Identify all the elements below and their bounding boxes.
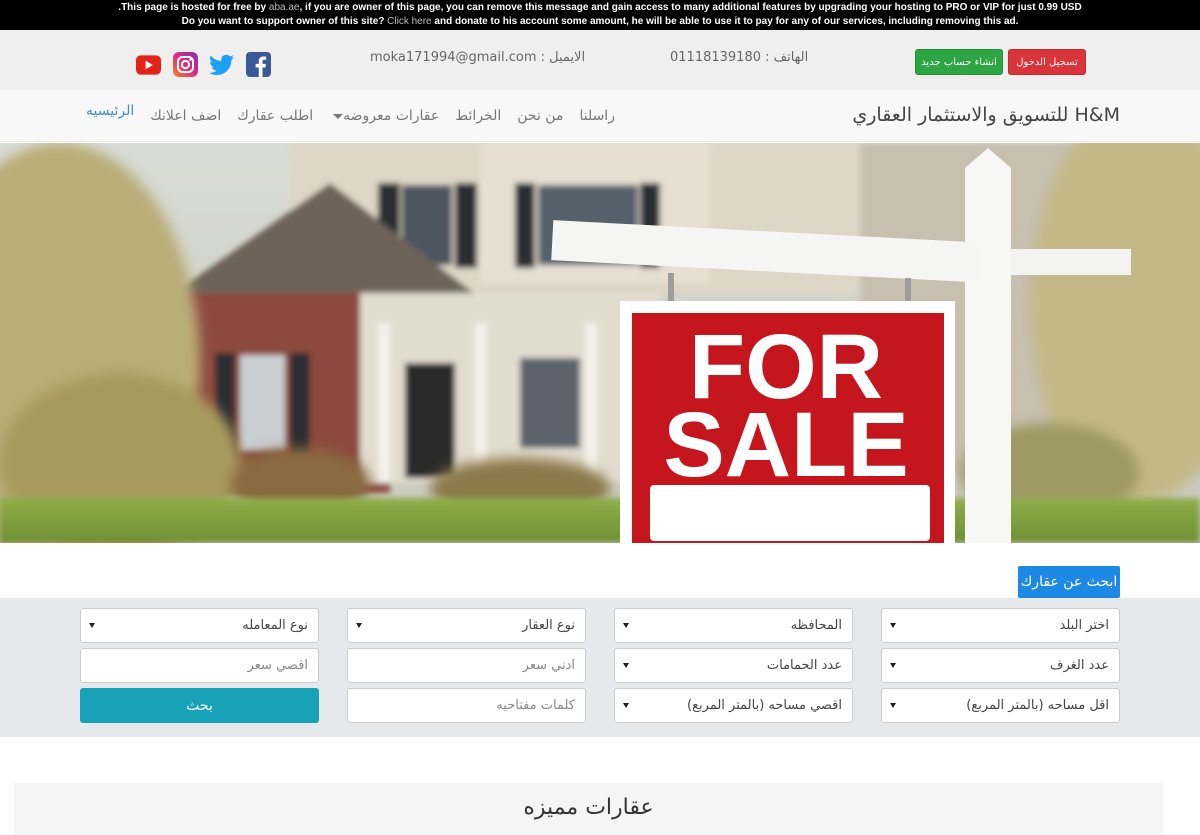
- dropdown-arrow-icon: [623, 623, 629, 628]
- ad-line-2: Do you want to support owner of this sit…: [0, 15, 1200, 29]
- contact-bar: تسجيل الدخول انشاء حساب جديد الهاتف : 01…: [0, 30, 1200, 90]
- hosting-ad-bar: .This page is hosted for free by aba.ae,…: [0, 0, 1200, 30]
- select-value: عدد الحمامات: [766, 658, 842, 673]
- bathrooms-select[interactable]: عدد الحمامات: [614, 648, 853, 683]
- nav-item-contact[interactable]: راسلنا: [579, 108, 615, 124]
- ad-text: .This page is hosted for free by: [118, 2, 267, 13]
- dropdown-arrow-icon: [356, 623, 362, 628]
- nav-item-request-property[interactable]: اطلب عقارك: [237, 108, 313, 124]
- nav-item-home[interactable]: الرئيسيه: [86, 103, 134, 119]
- select-value: نوع المعامله: [242, 618, 308, 633]
- youtube-icon[interactable]: [136, 52, 161, 77]
- instagram-icon[interactable]: [173, 52, 198, 77]
- transaction-type-select[interactable]: نوع المعامله: [80, 608, 319, 643]
- property-type-select[interactable]: نوع العقار: [347, 608, 586, 643]
- nav-item-add-ad[interactable]: اضف اعلانك: [150, 108, 221, 124]
- ad-line-1: .This page is hosted for free by aba.ae,…: [0, 1, 1200, 15]
- max-price-input[interactable]: اقصي سعر: [80, 648, 319, 683]
- keywords-input[interactable]: كلمات مفتاحيه: [347, 688, 586, 723]
- ad-text: , if you are owner of this page, you can…: [299, 2, 1082, 13]
- hero-banner-image: FOR SALE: [0, 143, 1200, 543]
- for-sale-house-illustration: FOR SALE: [0, 143, 1200, 543]
- select-value: المحافظه: [790, 618, 842, 633]
- phone-text: الهاتف : 01118139180: [670, 50, 809, 65]
- sign-text-sale: SALE: [663, 394, 908, 496]
- select-value: عدد الغرف: [1050, 658, 1109, 673]
- nav-item-listed-properties[interactable]: عقارات معروضه: [329, 108, 439, 124]
- select-value: اقل مساحه (بالمتر المربع): [966, 698, 1109, 713]
- nav-item-maps[interactable]: الخرائط: [455, 108, 501, 124]
- select-value: اختر البلد: [1059, 618, 1110, 633]
- min-area-select[interactable]: اقل مساحه (بالمتر المربع): [881, 688, 1120, 723]
- select-value: اقصي مساحه (بالمتر المربع): [687, 698, 842, 713]
- search-tab[interactable]: ابحث عن عقارك: [1018, 566, 1120, 598]
- dropdown-arrow-icon: [623, 663, 629, 668]
- search-panel: اختر البلد المحافظه نوع العقار نوع المعا…: [0, 598, 1200, 737]
- facebook-icon[interactable]: [246, 52, 271, 77]
- email-text: الايميل : moka171994@gmail.com: [370, 50, 586, 65]
- rooms-select[interactable]: عدد الغرف: [881, 648, 1120, 683]
- featured-section: عقارات مميزه: [14, 783, 1163, 835]
- ad-text: and donate to his account some amount, h…: [434, 16, 1019, 27]
- dropdown-arrow-icon: [89, 623, 95, 628]
- caret-down-icon: [333, 113, 344, 119]
- ad-host-link[interactable]: aba.ae: [269, 2, 300, 13]
- site-brand[interactable]: H&M للتسويق والاستثمار العقاري: [852, 104, 1120, 126]
- main-navbar: H&M للتسويق والاستثمار العقاري الرئيسيه …: [0, 90, 1200, 142]
- login-button[interactable]: تسجيل الدخول: [1008, 49, 1086, 75]
- twitter-icon[interactable]: [209, 52, 234, 77]
- dropdown-arrow-icon: [890, 623, 896, 628]
- dropdown-arrow-icon: [890, 663, 896, 668]
- nav-item-label: عقارات معروضه: [343, 108, 440, 124]
- dropdown-arrow-icon: [890, 703, 896, 708]
- governorate-select[interactable]: المحافظه: [614, 608, 853, 643]
- nav-item-about[interactable]: من نحن: [517, 108, 563, 124]
- max-area-select[interactable]: اقصي مساحه (بالمتر المربع): [614, 688, 853, 723]
- ad-text: Do you want to support owner of this sit…: [181, 16, 385, 27]
- nav-menu: الرئيسيه اضف اعلانك اطلب عقارك عقارات مع…: [86, 103, 615, 126]
- search-button[interactable]: بحث: [80, 688, 319, 723]
- featured-title: عقارات مميزه: [523, 795, 654, 820]
- register-button[interactable]: انشاء حساب جديد: [915, 49, 1003, 75]
- min-price-input[interactable]: ادني سعر: [347, 648, 586, 683]
- ad-donate-link[interactable]: Click here: [387, 16, 431, 27]
- dropdown-arrow-icon: [623, 703, 629, 708]
- select-value: نوع العقار: [522, 618, 575, 633]
- country-select[interactable]: اختر البلد: [881, 608, 1120, 643]
